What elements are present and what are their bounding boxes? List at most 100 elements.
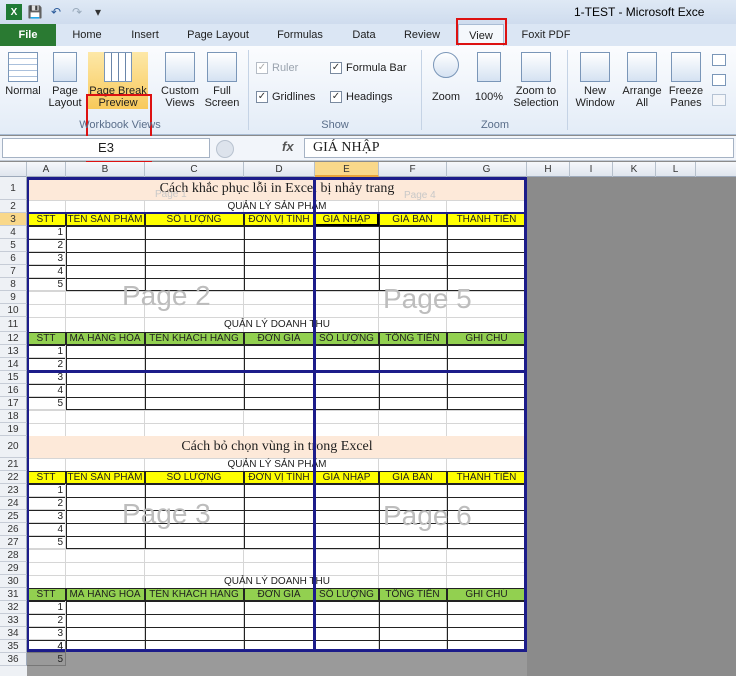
- row-header[interactable]: 16: [0, 384, 27, 397]
- row-header[interactable]: 21: [0, 458, 27, 471]
- worksheet-print-area[interactable]: Cách khắc phục lỗi in Excel bị nhảy tran…: [27, 177, 527, 676]
- column-header[interactable]: B: [66, 162, 145, 177]
- column-header[interactable]: G: [447, 162, 527, 177]
- page-break-line[interactable]: [524, 177, 527, 651]
- table-border: [27, 332, 527, 333]
- row-header[interactable]: 18: [0, 410, 27, 423]
- column-header[interactable]: L: [656, 162, 696, 177]
- formula-bar-checkbox[interactable]: ✓ Formula Bar: [330, 62, 407, 74]
- zoom-button[interactable]: Zoom: [426, 52, 466, 103]
- row-header[interactable]: 35: [0, 640, 27, 653]
- row-header[interactable]: 32: [0, 601, 27, 614]
- row-header[interactable]: 36: [0, 653, 27, 666]
- row-header[interactable]: 12: [0, 332, 27, 345]
- undo-icon[interactable]: ↶: [48, 4, 64, 20]
- row-header[interactable]: 15: [0, 371, 27, 384]
- arrange-all-button[interactable]: Arrange All: [620, 52, 664, 109]
- tab-file[interactable]: File: [0, 24, 56, 46]
- row-header[interactable]: 2: [0, 200, 27, 213]
- row-header[interactable]: 11: [0, 317, 27, 332]
- table-header-cell: STT: [27, 471, 66, 484]
- tab-page-layout[interactable]: Page Layout: [178, 26, 258, 46]
- excel-app-icon[interactable]: X: [6, 4, 22, 20]
- formula-input[interactable]: GIÁ NHẬP: [304, 138, 734, 158]
- column-header[interactable]: H: [527, 162, 570, 177]
- select-all-corner[interactable]: [0, 162, 27, 177]
- row-header[interactable]: 19: [0, 423, 27, 436]
- row-header[interactable]: 25: [0, 510, 27, 523]
- row-header[interactable]: 8: [0, 278, 27, 291]
- name-box-dropdown[interactable]: [216, 140, 234, 158]
- column-header[interactable]: C: [145, 162, 244, 177]
- row-header[interactable]: 5: [0, 239, 27, 252]
- redo-icon[interactable]: ↷: [69, 4, 85, 20]
- insert-function-icon[interactable]: fx: [282, 139, 294, 154]
- new-window-button[interactable]: New Window: [572, 52, 618, 109]
- stt-cell: 3: [27, 627, 66, 640]
- group-show: Show: [321, 119, 349, 131]
- column-header[interactable]: I: [570, 162, 613, 177]
- full-screen-button[interactable]: Full Screen: [202, 52, 242, 109]
- tab-home[interactable]: Home: [62, 26, 112, 46]
- customize-qat-icon[interactable]: ▾: [90, 4, 106, 20]
- row-header[interactable]: 29: [0, 562, 27, 575]
- row-header[interactable]: 26: [0, 523, 27, 536]
- page-break-line[interactable]: [313, 177, 316, 651]
- tab-data[interactable]: Data: [340, 26, 388, 46]
- row-header[interactable]: 24: [0, 497, 27, 510]
- page-layout-view-button[interactable]: Page Layout: [46, 52, 84, 109]
- window-small-buttons[interactable]: [712, 54, 730, 112]
- column-header[interactable]: F: [379, 162, 447, 177]
- row-header[interactable]: 3: [0, 213, 27, 226]
- zoom-to-selection-button[interactable]: Zoom to Selection: [510, 52, 562, 109]
- row-header[interactable]: 9: [0, 291, 27, 304]
- zoom-100-button[interactable]: 100%: [470, 52, 508, 103]
- column-header[interactable]: D: [244, 162, 315, 177]
- row-header[interactable]: 30: [0, 575, 27, 588]
- save-icon[interactable]: 💾: [27, 4, 43, 20]
- column-header[interactable]: E: [315, 162, 379, 177]
- row-header[interactable]: 22: [0, 471, 27, 484]
- headings-checkbox[interactable]: ✓ Headings: [330, 91, 392, 103]
- row-header[interactable]: 23: [0, 484, 27, 497]
- tab-review[interactable]: Review: [396, 26, 448, 46]
- name-box[interactable]: E3: [2, 138, 210, 158]
- tab-insert[interactable]: Insert: [120, 26, 170, 46]
- row-header[interactable]: 10: [0, 304, 27, 317]
- row-header[interactable]: 31: [0, 588, 27, 601]
- normal-view-button[interactable]: Normal: [2, 52, 44, 97]
- row-header[interactable]: 28: [0, 549, 27, 562]
- column-header[interactable]: A: [27, 162, 66, 177]
- unhide-icon[interactable]: [712, 94, 726, 106]
- row-header[interactable]: 7: [0, 265, 27, 278]
- page-break-line[interactable]: [27, 212, 527, 214]
- row-header[interactable]: 1: [0, 177, 27, 200]
- selected-cell[interactable]: [314, 212, 379, 226]
- page-break-line[interactable]: [27, 370, 527, 373]
- row-header[interactable]: 20: [0, 436, 27, 458]
- row-header[interactable]: 33: [0, 614, 27, 627]
- row-header[interactable]: 6: [0, 252, 27, 265]
- freeze-panes-button[interactable]: Freeze Panes: [664, 52, 708, 109]
- row-header[interactable]: 4: [0, 226, 27, 239]
- row-header[interactable]: 27: [0, 536, 27, 549]
- hide-icon[interactable]: [712, 74, 726, 86]
- gridlines-checkbox[interactable]: ✓ Gridlines: [256, 91, 315, 103]
- table-header-cell: ĐƠN VỊ TÍNH: [244, 213, 315, 226]
- row-header[interactable]: 13: [0, 345, 27, 358]
- row-header[interactable]: 34: [0, 627, 27, 640]
- table-border: [27, 588, 527, 589]
- stt-cell: 4: [27, 265, 66, 278]
- ruler-checkbox[interactable]: ✓ Ruler: [256, 62, 298, 74]
- row-header[interactable]: 17: [0, 397, 27, 410]
- column-header[interactable]: K: [613, 162, 656, 177]
- page-break-line[interactable]: [27, 177, 29, 651]
- table-border: [27, 601, 527, 602]
- tab-foxit-pdf[interactable]: Foxit PDF: [514, 26, 578, 46]
- tab-formulas[interactable]: Formulas: [266, 26, 334, 46]
- row-header[interactable]: 14: [0, 358, 27, 371]
- split-icon[interactable]: [712, 54, 726, 66]
- custom-views-button[interactable]: Custom Views: [158, 52, 202, 109]
- page-break-line[interactable]: [27, 177, 527, 180]
- section-title: QUẢN LÝ DOANH THU: [224, 319, 330, 330]
